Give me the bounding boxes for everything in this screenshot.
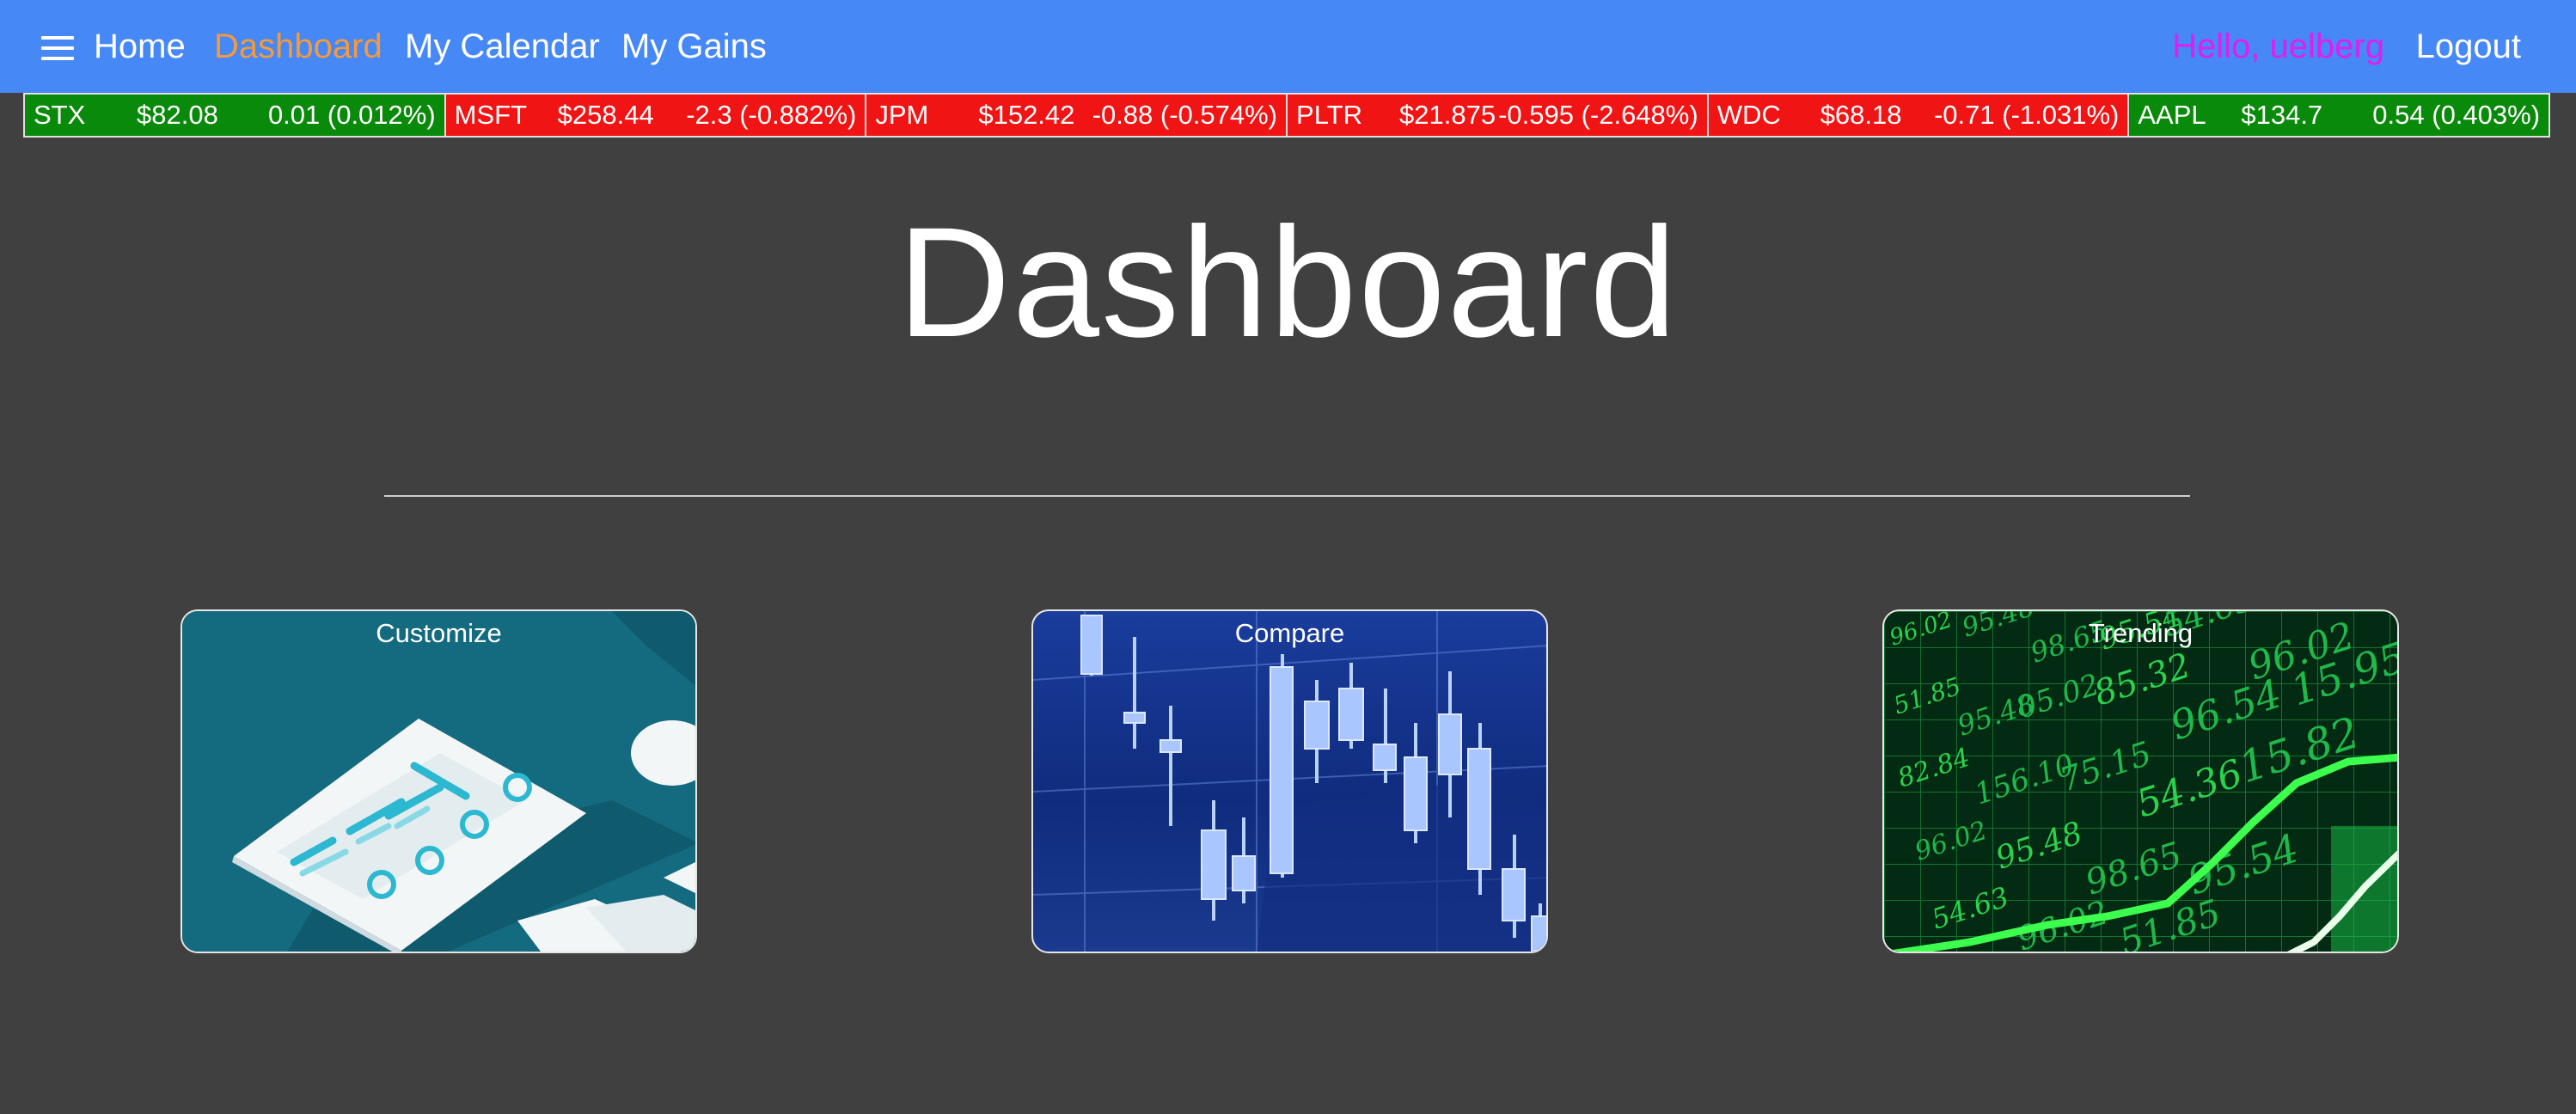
nav-link-my-gains[interactable]: My Gains [621,24,767,69]
ticker-change: -0.71 (-1.031%) [1933,100,2120,130]
nav-link-my-calendar[interactable]: My Calendar [405,24,600,69]
page-title: Dashboard [897,194,1679,370]
candlestick-illustration [1033,611,1546,952]
compare-card[interactable]: Compare [1031,609,1548,953]
user-greeting: Hello, uelberg [2172,28,2384,65]
ticker-symbol: PLTR [1296,100,1362,130]
trending-card[interactable]: 96.02 95.48 98.65 95.54 54.63 96.02 51.85 95.48… [1882,609,2399,953]
hamburger-menu-icon[interactable] [41,36,76,60]
logout-link[interactable]: Logout [2416,24,2521,69]
ticker-symbol: WDC [1716,100,1781,130]
ticker-change: 0.54 (0.403%) [2372,100,2541,130]
nav-link-home[interactable]: Home [94,24,186,69]
ticker-price: $68.18 [1820,100,1902,130]
title-divider [384,495,2190,497]
trending-card-label: Trending [2088,618,2194,648]
ticker-price: $21.875 [1399,100,1496,130]
ticker-price: $152.42 [978,100,1075,130]
ticker-item-jpm[interactable]: JPM $152.42 -0.88 (-0.574%) [866,93,1288,138]
ticker-symbol: MSFT [454,100,528,130]
ticker-symbol: AAPL [2138,100,2206,130]
customize-card-label: Customize [376,618,502,648]
customize-illustration [182,611,695,952]
nav-link-dashboard[interactable]: Dashboard [214,24,382,69]
customize-card[interactable]: Customize [181,609,697,953]
stock-ticker: STX $82.08 0.01 (0.012%) MSFT $258.44 -2… [23,93,2551,138]
ticker-symbol: JPM [875,100,929,130]
compare-card-label: Compare [1234,618,1345,648]
trending-numbers-illustration: 96.02 95.4898.6595.5454.6396.0251.8595.48… [1884,611,2397,952]
ticker-change: -0.88 (-0.574%) [1092,100,1278,130]
ticker-change: 0.01 (0.012%) [267,100,436,130]
ticker-price: $82.08 [137,100,218,130]
ticker-item-pltr[interactable]: PLTR $21.875 -0.595 (-2.648%) [1287,93,1708,138]
ticker-price: $134.7 [2241,100,2323,130]
ticker-item-aapl[interactable]: AAPL $134.7 0.54 (0.403%) [2128,93,2551,138]
ticker-symbol: STX [34,100,86,130]
ticker-item-wdc[interactable]: WDC $68.18 -0.71 (-1.031%) [1707,93,2129,138]
ticker-change: -2.3 (-0.882%) [686,100,857,130]
ticker-item-stx[interactable]: STX $82.08 0.01 (0.012%) [23,93,445,138]
ticker-change: -0.595 (-2.648%) [1498,100,1698,130]
top-navbar: Home Dashboard My Calendar My Gains Hell… [0,0,2576,93]
ticker-item-msft[interactable]: MSFT $258.44 -2.3 (-0.882%) [444,93,866,138]
ticker-price: $258.44 [557,100,654,130]
